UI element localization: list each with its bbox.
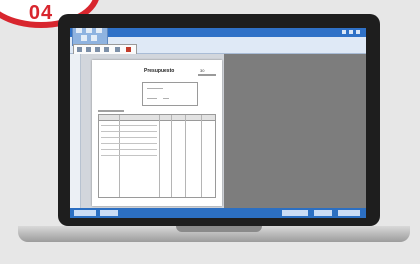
status-item[interactable] — [282, 210, 308, 216]
pointer-icon[interactable] — [77, 47, 82, 52]
table-row — [101, 149, 157, 150]
items-table — [98, 114, 216, 198]
status-item[interactable] — [74, 210, 96, 216]
document-title: Presupuesto — [144, 68, 175, 74]
workspace: Presupuesto 30 — [70, 54, 366, 208]
document-page: Presupuesto 30 — [92, 60, 222, 206]
maximize-icon[interactable] — [349, 30, 353, 34]
status-item[interactable] — [314, 210, 332, 216]
status-item[interactable] — [100, 210, 118, 216]
table-row — [101, 155, 157, 156]
close-window-icon[interactable] — [356, 30, 360, 34]
left-navigation — [70, 54, 81, 208]
export-icon[interactable] — [115, 47, 120, 52]
document-date — [198, 74, 216, 76]
minimize-icon[interactable] — [342, 30, 346, 34]
client-box — [142, 82, 198, 106]
table-row — [101, 137, 157, 138]
table-row — [101, 131, 157, 132]
table-header — [99, 115, 215, 121]
status-item[interactable] — [338, 210, 360, 216]
close-icon[interactable] — [126, 47, 131, 52]
page-icon[interactable] — [95, 47, 100, 52]
status-bar — [70, 208, 366, 218]
zoom-icon[interactable] — [86, 47, 91, 52]
laptop-base-notch — [176, 226, 262, 232]
table-row — [101, 143, 157, 144]
window-titlebar — [70, 28, 366, 37]
document-number: 30 — [200, 68, 205, 73]
print-icon[interactable] — [104, 47, 109, 52]
preview-pane — [224, 54, 366, 208]
laptop-screen: Presupuesto 30 — [70, 28, 366, 218]
table-caption — [98, 110, 124, 112]
table-row — [101, 125, 157, 126]
